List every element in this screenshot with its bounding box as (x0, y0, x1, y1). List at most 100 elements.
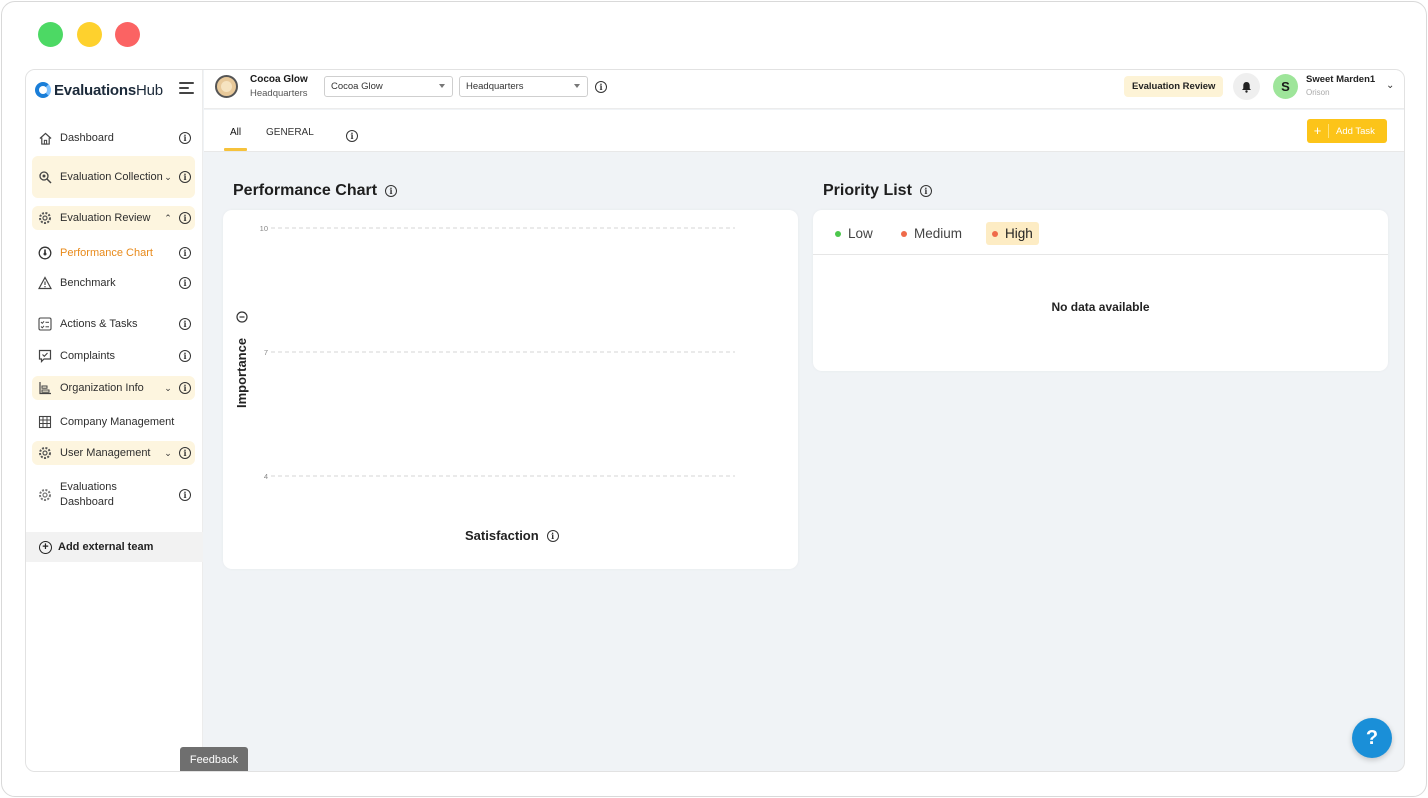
info-icon[interactable]: i (546, 529, 559, 542)
company-location: Headquarters (250, 88, 308, 99)
performance-chart-title: Performance Chart i (233, 182, 398, 200)
chevron-down-icon[interactable]: ⌄ (163, 448, 173, 459)
chevron-down-icon[interactable]: ⌄ (1386, 80, 1394, 91)
info-icon[interactable]: i (179, 171, 191, 183)
sidebar-item-benchmark[interactable]: Benchmark i (32, 274, 195, 292)
building-icon (38, 415, 52, 429)
low-dot-icon (835, 230, 841, 237)
sidebar-item-label: Evaluation Review (60, 211, 151, 224)
sidebar: EvaluationsHub Dashboard i Evaluation Co… (26, 70, 203, 771)
info-icon[interactable]: i (179, 447, 191, 459)
gear-icon (38, 446, 52, 460)
info-icon[interactable]: i (595, 81, 607, 93)
sidebar-item-company-management[interactable]: Company Management (32, 413, 195, 431)
info-icon[interactable]: i (179, 277, 191, 289)
chevron-down-icon[interactable]: ⌄ (163, 172, 173, 183)
sidebar-item-organization-info[interactable]: Organization Info ⌄ i (32, 376, 195, 400)
checklist-icon (38, 317, 52, 331)
company-name: Cocoa Glow (250, 74, 308, 85)
logo-icon (35, 82, 51, 98)
tab-all[interactable]: All (230, 127, 241, 138)
info-icon[interactable]: i (179, 132, 191, 144)
sidebar-item-label: Company Management (60, 415, 175, 428)
company-logo (215, 75, 238, 98)
priority-tab-label: Low (848, 226, 873, 241)
tabs-bar: All GENERAL i + Add Task (204, 110, 1404, 152)
chevron-down-icon[interactable]: ⌄ (163, 383, 173, 394)
sidebar-item-label: Performance Chart (60, 246, 153, 259)
location-select[interactable]: Headquarters (459, 76, 588, 97)
performance-chart-card: 10 7 4 Importance Satisfaction i (223, 210, 798, 569)
chat-alert-icon (38, 349, 52, 363)
section-title-text: Priority List (823, 182, 912, 199)
info-icon[interactable]: i (179, 382, 191, 394)
sidebar-item-user-management[interactable]: User Management ⌄ i (32, 441, 195, 465)
add-external-team-button[interactable]: + Add external team (26, 532, 203, 562)
tab-general[interactable]: GENERAL (266, 127, 314, 138)
chevron-up-icon[interactable]: ⌃ (163, 213, 173, 224)
caret-down-icon (574, 84, 580, 88)
priority-tab-high[interactable]: High (986, 222, 1039, 245)
company-select[interactable]: Cocoa Glow (324, 76, 453, 97)
window-maximize-button[interactable] (38, 22, 63, 47)
gauge-icon (38, 246, 52, 260)
sidebar-item-complaints[interactable]: Complaints i (32, 347, 195, 365)
sidebar-item-dashboard[interactable]: Dashboard i (32, 128, 195, 148)
y-tick-label: 10 (260, 224, 268, 233)
info-icon[interactable]: i (179, 318, 191, 330)
priority-tab-label: High (1005, 226, 1033, 241)
sidebar-item-label: Organization Info (60, 381, 144, 394)
info-icon[interactable]: i (919, 185, 932, 197)
company-select-value: Cocoa Glow (331, 81, 383, 92)
sidebar-item-evaluation-review[interactable]: Evaluation Review ⌃ i (32, 206, 195, 230)
window-close-button[interactable] (115, 22, 140, 47)
info-icon[interactable]: i (179, 247, 191, 259)
medium-dot-icon (901, 230, 907, 237)
plus-circle-icon: + (39, 540, 52, 554)
window-minimize-button[interactable] (77, 22, 102, 47)
priority-list-title: Priority List i (823, 182, 932, 200)
info-icon[interactable] (236, 311, 248, 323)
user-org: Orison (1306, 88, 1330, 97)
y-tick-label: 4 (264, 472, 268, 481)
priority-tab-low[interactable]: Low (829, 222, 879, 245)
top-bar: Cocoa Glow Headquarters Cocoa Glow Headq… (204, 70, 1404, 109)
section-title-text: Performance Chart (233, 182, 378, 199)
gear-icon (38, 211, 52, 225)
add-task-button[interactable]: + Add Task (1307, 119, 1387, 143)
search-gear-icon (38, 170, 52, 184)
priority-list-card: Low Medium High No data available (813, 210, 1388, 371)
sidebar-item-actions-tasks[interactable]: Actions & Tasks i (32, 315, 195, 333)
info-icon[interactable]: i (385, 185, 398, 197)
add-task-label: Add Task (1336, 125, 1375, 137)
home-icon (38, 131, 52, 145)
priority-tab-medium[interactable]: Medium (895, 222, 968, 245)
notifications-button[interactable] (1233, 73, 1260, 100)
sidebar-item-label: Evaluation Collection (60, 170, 163, 183)
bell-icon (1242, 81, 1251, 93)
info-icon[interactable]: i (179, 212, 191, 224)
active-tab-indicator (224, 148, 247, 151)
user-name[interactable]: Sweet Marden1 (1306, 74, 1375, 85)
sidebar-item-label: User Management (60, 446, 151, 459)
gear-icon (38, 488, 52, 502)
app-logo[interactable]: EvaluationsHub (35, 81, 163, 99)
org-chart-icon (38, 381, 52, 395)
caret-down-icon (439, 84, 445, 88)
sidebar-item-performance-chart[interactable]: Performance Chart i (32, 244, 195, 262)
sidebar-item-label: Actions & Tasks (60, 317, 138, 330)
feedback-button[interactable]: Feedback (180, 747, 248, 771)
sidebar-item-evaluations-dashboard[interactable]: Evaluations Dashboard i (32, 478, 195, 512)
sidebar-item-evaluation-collection[interactable]: Evaluation Collection ⌄ i (32, 156, 195, 198)
info-icon[interactable]: i (346, 130, 358, 142)
y-axis-label: Importance (234, 338, 249, 408)
high-dot-icon (992, 230, 998, 237)
app-window: EvaluationsHub Dashboard i Evaluation Co… (25, 69, 1405, 772)
info-icon[interactable]: i (179, 350, 191, 362)
avatar[interactable]: S (1273, 74, 1298, 99)
y-tick-label: 7 (264, 348, 268, 357)
warning-triangle-icon (38, 276, 52, 290)
help-button[interactable]: ? (1352, 718, 1392, 758)
menu-toggle-icon[interactable] (179, 82, 194, 94)
info-icon[interactable]: i (179, 489, 191, 501)
